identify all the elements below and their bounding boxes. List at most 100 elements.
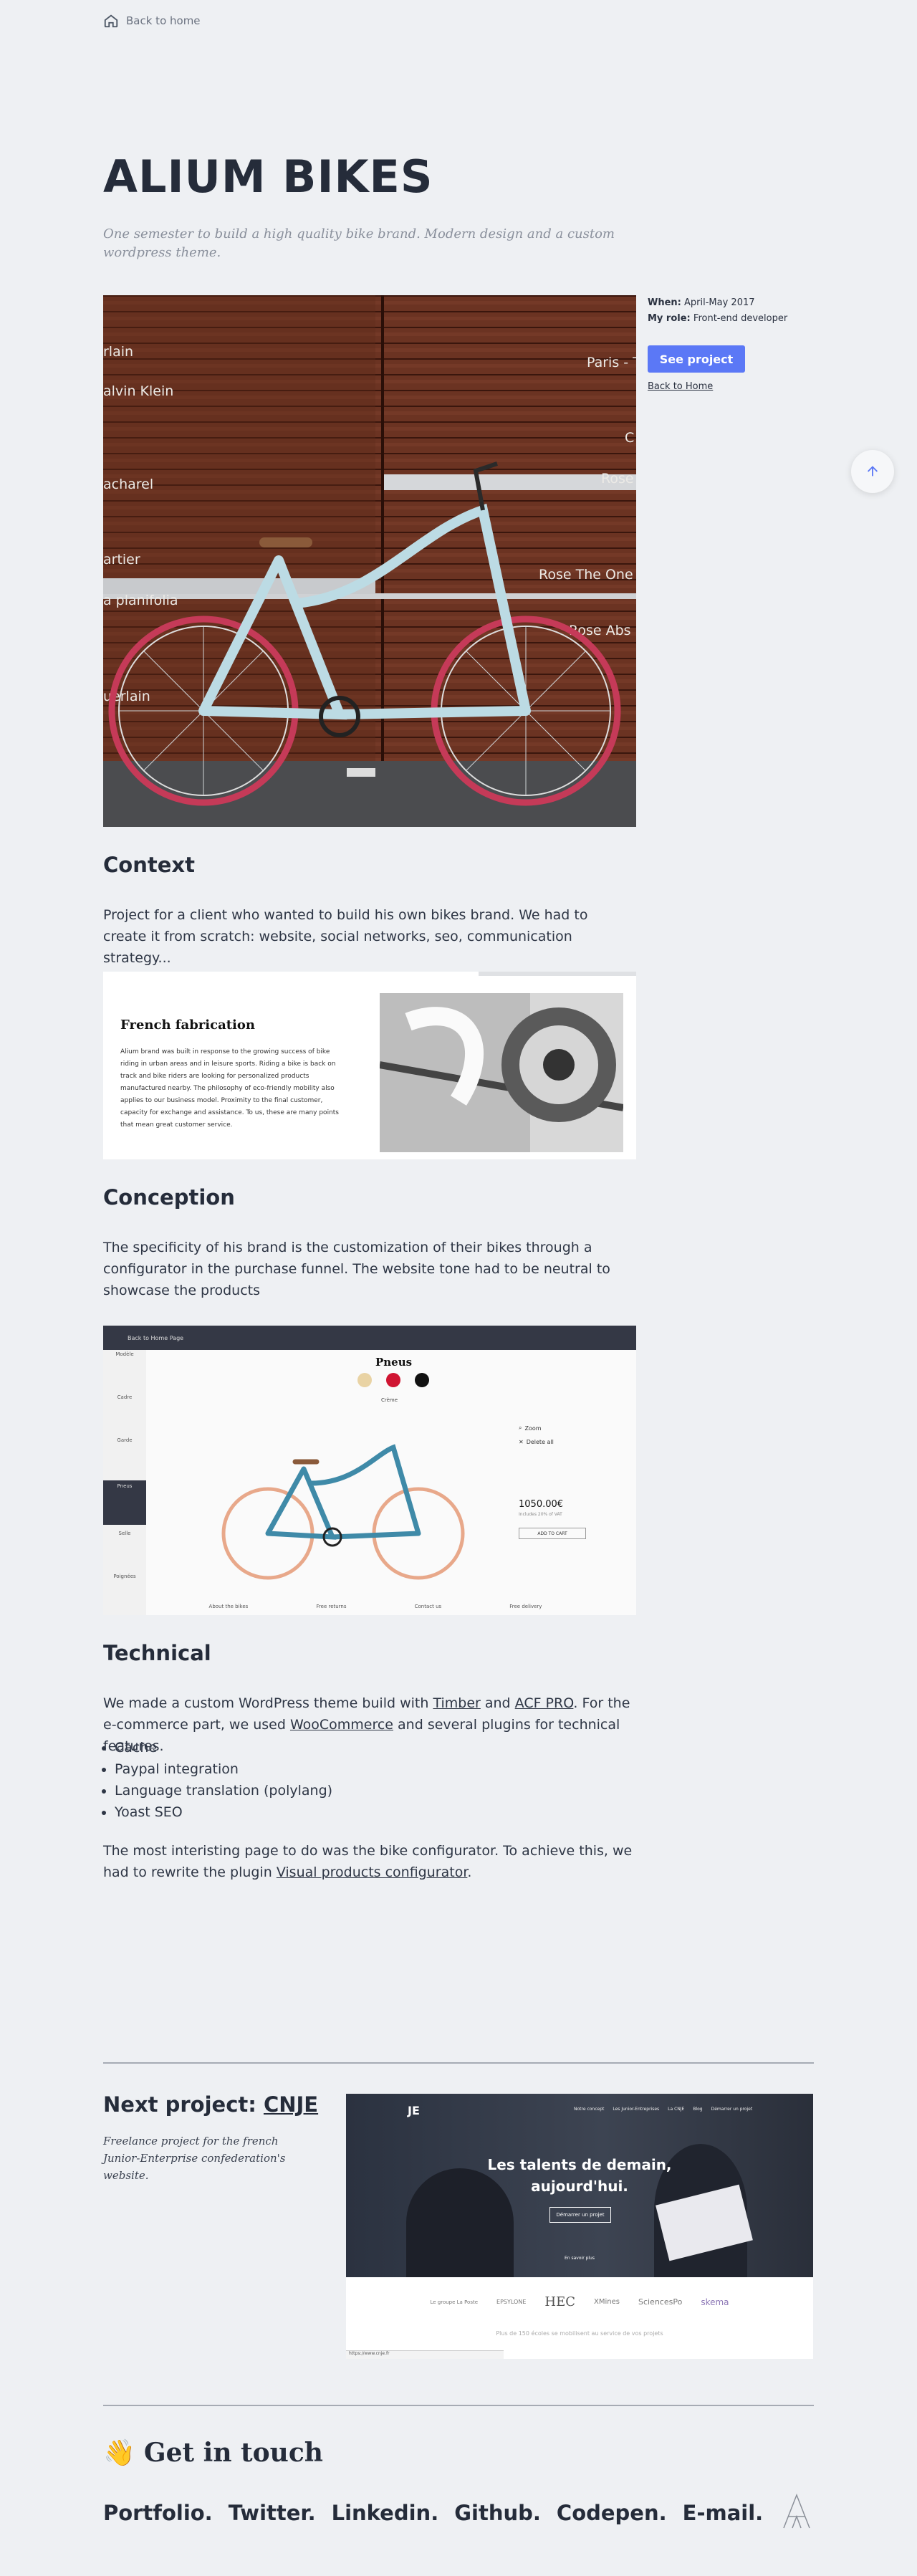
configurator-sidebar-2: Garde [117,1437,133,1443]
configurator-sidebar-5: Poignées [113,1574,136,1579]
partner-logo: HEC [544,2294,575,2309]
get-in-touch-label: Get in touch [143,2438,323,2468]
configurator-sidebar-1: Cadre [117,1394,133,1400]
acf-pro-link[interactable]: ACF PRO [515,1695,574,1711]
cnje-more: En savoir plus [565,2256,595,2261]
configurator-footer: About the bikes Free returns Contact us … [175,1604,576,1609]
partner-logo: SciencesPo [638,2297,683,2307]
codepen-link[interactable]: Codepen. [557,2501,667,2525]
see-project-button[interactable]: See project [648,345,745,373]
when-label: When: [648,297,681,308]
fabrication-text: Alium brand was built in response to the… [120,1048,339,1129]
feature-list: Cache Paypal integration Language transl… [115,1737,332,1823]
cnje-nav-item: Les Junior-Entreprises [613,2107,660,2112]
delete-label: Delete all [526,1439,554,1445]
technical-heading: Technical [103,1641,211,1665]
configurator-section-title: Pneus [375,1356,413,1369]
cnje-headline-1: Les talents de demain, [487,2156,672,2173]
configurator-bike [221,1444,465,1580]
technical-text-2: and [480,1695,515,1711]
email-link[interactable]: E-mail. [683,2501,764,2525]
bike-chain-photo [380,993,623,1152]
close-icon: ✕ [519,1439,524,1445]
cnje-hero: JE Notre concept Les Junior-Entreprises … [346,2094,813,2277]
zoom-label: Zoom [524,1425,542,1432]
vpc-link[interactable]: Visual products configurator [277,1864,468,1880]
wall-text-1: alvin Klein [103,383,173,399]
cnje-nav-item: La CNJE [668,2107,685,2112]
partner-logo: Le groupe La Poste [430,2299,479,2305]
add-to-cart-button[interactable]: ADD TO CART [519,1528,586,1539]
cnje-nav-item: Notre concept [574,2107,605,2112]
feature-item: Yoast SEO [115,1801,332,1823]
partner-logo: EPSYLONE [496,2299,527,2305]
footer-item-2: Contact us [414,1604,442,1609]
configurator-zoom[interactable]: ⌕ Zoom [519,1425,542,1432]
fabrication-screenshot: French fabrication Alium brand was built… [103,972,636,1159]
configurator-sidebar-3: Pneus [103,1480,146,1525]
back-to-home-label: Back to home [126,14,201,27]
color-swatch[interactable] [357,1373,372,1387]
color-swatch[interactable] [415,1373,429,1387]
technical-text-1: We made a custom WordPress theme build w… [103,1695,433,1711]
svg-text:C: C [625,430,634,446]
project-meta: When: April-May 2017 My role: Front-end … [648,295,787,327]
feature-item: Cache [115,1737,332,1758]
zoom-icon: ⌕ [519,1425,522,1431]
configurator-delete[interactable]: ✕ Delete all [519,1439,554,1445]
wall-text-0: rlain [103,344,133,360]
timber-link[interactable]: Timber [433,1695,480,1711]
wave-icon: 👋 [103,2438,135,2468]
context-text: Project for a client who wanted to build… [103,907,588,966]
configurator-text: The most interisting page to do was the … [103,1840,633,1883]
context-heading: Context [103,853,195,877]
next-project-link[interactable]: CNJE [264,2092,318,2117]
wall-text-3: artier [103,552,140,568]
wall-text-4: a planifolia [103,593,178,608]
cnje-logo: JE [408,2104,420,2117]
cnje-tagline: Plus de 150 écoles se mobilisent au serv… [496,2330,663,2337]
feature-item: Paypal integration [115,1758,332,1780]
page: Back to home ALIUM BIKES One semester to… [0,0,917,2576]
configurator-screenshot: Back to Home Page Modèle Cadre Garde Pne… [103,1326,636,1615]
github-link[interactable]: Github. [454,2501,541,2525]
cnje-nav: Notre concept Les Junior-Entreprises La … [574,2107,752,2112]
contact-links: Portfolio. Twitter. Linkedin. Github. Co… [103,2501,763,2525]
arrow-up-icon [867,466,878,477]
portfolio-link[interactable]: Portfolio. [103,2501,213,2525]
twitter-link[interactable]: Twitter. [229,2501,316,2525]
home-icon [104,14,118,28]
site-logo-icon [783,2493,810,2529]
configurator-price: 1050.00€ [519,1499,564,1510]
back-to-home-link[interactable]: Back to home [103,13,201,29]
conception-heading: Conception [103,1185,235,1210]
divider [103,2062,814,2064]
wall-text-8: Rose The One [539,567,633,583]
cnje-partners: Le groupe La Poste EPSYLONE HEC XMines S… [346,2294,813,2309]
project-subtitle: One semester to build a high quality bik… [103,226,615,260]
configurator-sidebar: Modèle Cadre Garde Pneus Selle Poignées [103,1350,146,1615]
footer-item-3: Free delivery [509,1604,542,1609]
back-home-link[interactable]: Back to Home [648,381,713,392]
cnje-nav-item: Blog [693,2107,703,2112]
next-project-title: Next project: CNJE [103,2092,318,2117]
fabrication-heading: French fabrication [120,1018,255,1033]
cnje-nav-item: Démarrer un projet [711,2107,753,2112]
next-project-screenshot[interactable]: JE Notre concept Les Junior-Entreprises … [346,2094,813,2359]
configurator-swatches [357,1373,429,1387]
role-label: My role: [648,313,691,324]
wall-text-7: Rose [601,471,634,487]
cnje-headline: Les talents de demain, aujourd'hui. [346,2154,813,2197]
footer-item-1: Free returns [316,1604,347,1609]
feature-item: Language translation (polylang) [115,1780,332,1801]
woocommerce-link[interactable]: WooCommerce [290,1717,393,1733]
technical-text-6: . [467,1864,472,1880]
color-swatch[interactable] [386,1373,400,1387]
configurator-sidebar-4: Selle [118,1531,131,1536]
conception-text: The specificity of his brand is the cust… [103,1240,610,1298]
scroll-to-top-button[interactable] [851,450,894,493]
role-value: Front-end developer [693,313,788,324]
when-value: April-May 2017 [684,297,755,308]
project-title: ALIUM BIKES [103,150,433,203]
linkedin-link[interactable]: Linkedin. [332,2501,439,2525]
